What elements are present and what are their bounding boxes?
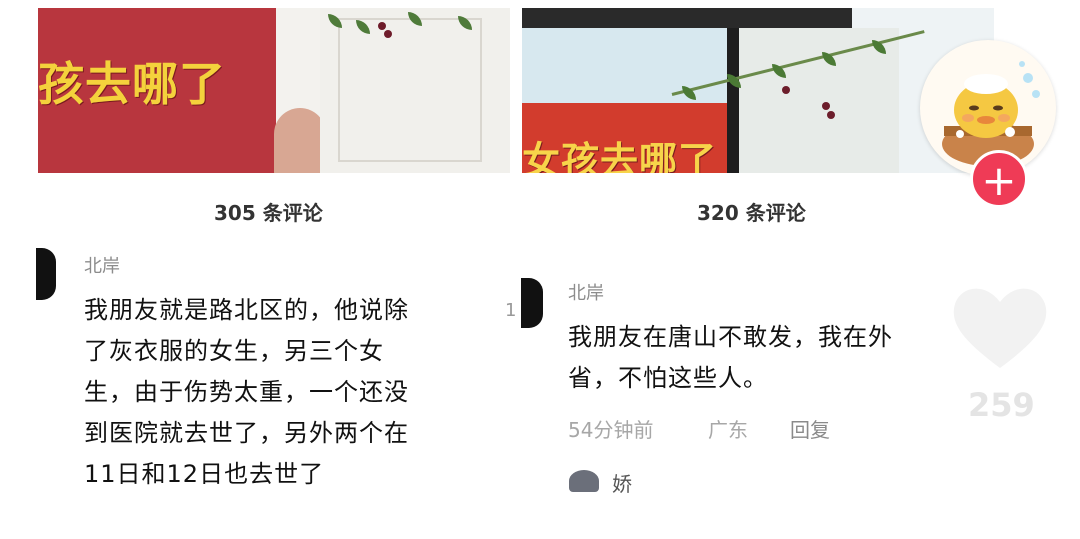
window-post	[727, 28, 739, 173]
comment-line: 了灰衣服的女生，另三个女	[84, 337, 384, 365]
comment-region: 广东	[708, 418, 748, 442]
comment-line: 我朋友就是路北区的，他说除	[84, 296, 409, 324]
sub-reply-avatar[interactable]	[569, 470, 599, 492]
grape	[827, 111, 835, 119]
left-comment-count[interactable]: 305 条评论	[214, 197, 323, 226]
sky-image	[522, 28, 732, 103]
right-commenter-avatar[interactable]	[521, 278, 543, 328]
grape	[782, 86, 790, 94]
comment-line: 11日和12日也去世了	[84, 460, 325, 488]
comment-line: 到医院就去世了，另外两个在	[84, 419, 409, 447]
right-commenter-name[interactable]: 北岸	[568, 279, 604, 305]
left-commenter-avatar[interactable]	[36, 248, 56, 300]
left-comment-text: 我朋友就是路北区的，他说除 了灰衣服的女生，另三个女 生，由于伤势太重，一个还没…	[84, 290, 504, 495]
grape	[384, 30, 392, 38]
comment-line: 省，不怕这些人。	[568, 364, 768, 392]
reply-button[interactable]: 回复	[790, 414, 830, 443]
right-thumbnail-text: 女孩去哪了	[522, 139, 718, 173]
panel-divider-mark: 1	[505, 300, 517, 321]
left-thumbnail-text: 孩去哪了	[38, 57, 226, 111]
like-count: 259	[968, 386, 1035, 424]
hand-image	[274, 108, 326, 173]
left-video-thumbnail[interactable]: 孩去哪了	[38, 8, 510, 173]
right-comment-count[interactable]: 320 条评论	[697, 197, 806, 226]
heart-icon[interactable]	[945, 280, 1055, 375]
left-commenter-name[interactable]: 北岸	[84, 252, 120, 278]
follow-button[interactable]: +	[970, 150, 1028, 208]
comment-line: 生，由于伤势太重，一个还没	[84, 378, 409, 406]
grape	[822, 102, 830, 110]
top-bar	[522, 8, 852, 28]
comment-line: 我朋友在唐山不敢发，我在外	[568, 323, 893, 351]
comment-time: 54分钟前	[568, 418, 654, 442]
wall-frame	[338, 18, 482, 162]
grape	[378, 22, 386, 30]
sub-reply-name[interactable]: 娇	[612, 468, 632, 497]
right-comment-text: 我朋友在唐山不敢发，我在外 省，不怕这些人。	[568, 317, 968, 407]
